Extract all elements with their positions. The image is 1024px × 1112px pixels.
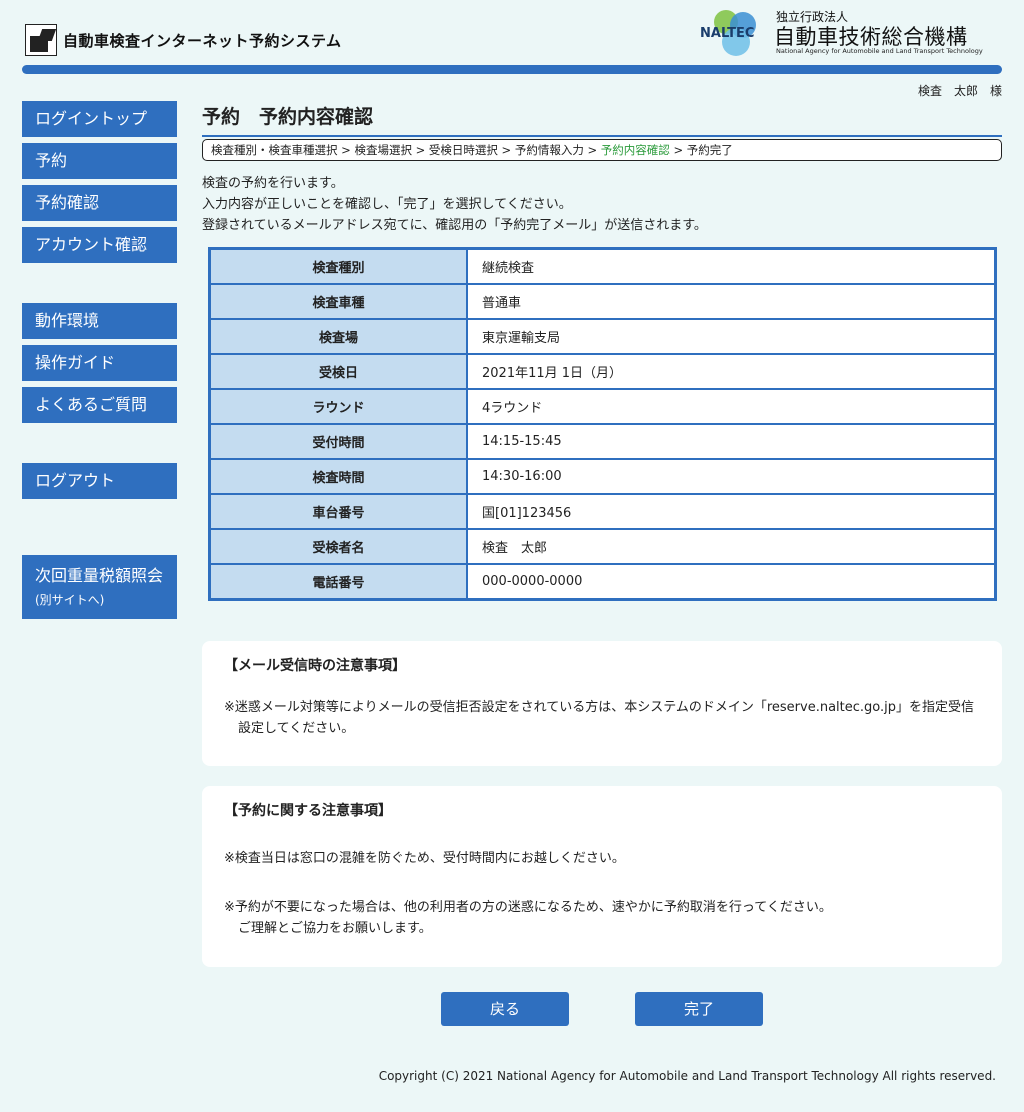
sidebar-item-label: よくあるご質問 bbox=[35, 395, 148, 414]
breadcrumb-steps-after: > 予約完了 bbox=[669, 143, 733, 157]
row-label: 車台番号 bbox=[208, 493, 468, 530]
naltec-logo[interactable]: NALTEC 独立行政法人 自動車技術総合機構 National Agency … bbox=[700, 6, 1010, 60]
org-name-en: National Agency for Automobile and Land … bbox=[776, 47, 983, 55]
row-label: 検査車種 bbox=[208, 283, 468, 320]
sidebar-item-label: 次回重量税額照会 bbox=[35, 566, 164, 585]
breadcrumb-current-step: 予約内容確認 bbox=[600, 143, 670, 157]
sidebar-item-guide[interactable]: 操作ガイド bbox=[22, 345, 177, 381]
table-row: ラウンド 4ラウンド bbox=[208, 388, 997, 425]
table-row: 受検日 2021年11月 1日（月） bbox=[208, 353, 997, 390]
naltec-abbr: NALTEC bbox=[700, 26, 755, 41]
row-value: 14:15-15:45 bbox=[466, 423, 997, 460]
table-row: 検査車種 普通車 bbox=[208, 283, 997, 320]
row-value: 継続検査 bbox=[466, 247, 997, 285]
user-name: 検査 太郎 様 bbox=[917, 84, 1002, 98]
row-value: 東京運輸支局 bbox=[466, 318, 997, 355]
breadcrumb-steps-before: 検査種別・検査車種選択 > 検査場選択 > 受検日時選択 > 予約情報入力 > bbox=[211, 143, 601, 157]
truck-logo-icon bbox=[25, 24, 57, 56]
table-row: 検査種別 継続検査 bbox=[208, 247, 997, 285]
sidebar-item-sublabel: (別サイトへ) bbox=[35, 593, 105, 607]
intro-line: 入力内容が正しいことを確認し、「完了」を選択してください。 bbox=[202, 197, 572, 212]
mail-notice: 【メール受信時の注意事項】 ※迷惑メール対策等によりメールの受信拒否設定をされて… bbox=[202, 641, 1002, 766]
table-row: 車台番号 国[01]123456 bbox=[208, 493, 997, 530]
mail-notice-text: ※迷惑メール対策等によりメールの受信拒否設定をされている方は、本システムのドメイ… bbox=[224, 700, 975, 736]
reservation-notice: 【予約に関する注意事項】 ※検査当日は窓口の混雑を防ぐため、受付時間内にお越しく… bbox=[202, 786, 1002, 967]
row-label: 受検者名 bbox=[208, 528, 468, 565]
mail-notice-title: 【メール受信時の注意事項】 bbox=[224, 658, 406, 674]
system-logo[interactable]: 自動車検査インターネット予約システム bbox=[25, 24, 342, 56]
row-label: ラウンド bbox=[208, 388, 468, 425]
intro-line: 検査の予約を行います。 bbox=[202, 176, 344, 191]
row-value: 14:30-16:00 bbox=[466, 458, 997, 495]
row-label: 受検日 bbox=[208, 353, 468, 390]
reservation-notice-text: ※予約が不要になった場合は、他の利用者の方の迷惑になるため、速やかに予約取消を行… bbox=[224, 900, 832, 915]
header: 自動車検査インターネット予約システム NALTEC 独立行政法人 自動車技術総合… bbox=[0, 0, 1024, 75]
row-value: 2021年11月 1日（月） bbox=[466, 353, 997, 390]
sidebar-item-label: アカウント確認 bbox=[35, 235, 148, 254]
system-title: 自動車検査インターネット予約システム bbox=[63, 31, 342, 50]
sidebar-item-logout[interactable]: ログアウト bbox=[22, 463, 177, 499]
sidebar-item-login-top[interactable]: ログイントップ bbox=[22, 101, 177, 137]
sidebar-item-label: 操作ガイド bbox=[35, 353, 116, 372]
breadcrumb: 検査種別・検査車種選択 > 検査場選択 > 受検日時選択 > 予約情報入力 > … bbox=[202, 139, 1002, 161]
row-value: 国[01]123456 bbox=[466, 493, 997, 530]
table-row: 受検者名 検査 太郎 bbox=[208, 528, 997, 565]
row-value: 000-0000-0000 bbox=[466, 563, 997, 601]
sidebar-item-weight-tax[interactable]: 次回重量税額照会 (別サイトへ) bbox=[22, 555, 177, 619]
table-row: 検査時間 14:30-16:00 bbox=[208, 458, 997, 495]
reservation-notice-title: 【予約に関する注意事項】 bbox=[224, 803, 392, 819]
sidebar-item-environment[interactable]: 動作環境 bbox=[22, 303, 177, 339]
row-label: 電話番号 bbox=[208, 563, 468, 601]
sidebar-item-label: 予約確認 bbox=[35, 193, 100, 212]
complete-button[interactable]: 完了 bbox=[635, 992, 763, 1026]
sidebar-item-faq[interactable]: よくあるご質問 bbox=[22, 387, 177, 423]
copyright: Copyright (C) 2021 National Agency for A… bbox=[378, 1069, 996, 1083]
sidebar-item-label: 予約 bbox=[35, 151, 68, 170]
row-label: 検査時間 bbox=[208, 458, 468, 495]
back-button[interactable]: 戻る bbox=[441, 992, 569, 1026]
reservation-notice-text: ご理解とご協力をお願いします。 bbox=[238, 921, 432, 936]
row-label: 受付時間 bbox=[208, 423, 468, 460]
sidebar-item-account[interactable]: アカウント確認 bbox=[22, 227, 177, 263]
sidebar-item-label: ログアウト bbox=[35, 471, 116, 490]
table-row: 受付時間 14:15-15:45 bbox=[208, 423, 997, 460]
intro-text: 検査の予約を行います。 入力内容が正しいことを確認し、「完了」を選択してください… bbox=[202, 173, 707, 236]
page-title: 予約 予約内容確認 bbox=[202, 102, 1002, 137]
sidebar-item-label: ログイントップ bbox=[35, 109, 148, 128]
sidebar-item-reservation[interactable]: 予約 bbox=[22, 143, 177, 179]
header-divider bbox=[22, 65, 1002, 74]
table-row: 検査場 東京運輸支局 bbox=[208, 318, 997, 355]
row-value: 4ラウンド bbox=[466, 388, 997, 425]
table-row: 電話番号 000-0000-0000 bbox=[208, 563, 997, 601]
reservation-notice-text: ※検査当日は窓口の混雑を防ぐため、受付時間内にお越しください。 bbox=[224, 851, 625, 866]
row-label: 検査種別 bbox=[208, 247, 468, 285]
sidebar-item-label: 動作環境 bbox=[35, 311, 100, 330]
intro-line: 登録されているメールアドレス宛てに、確認用の「予約完了メール」が送信されます。 bbox=[202, 218, 707, 233]
sidebar-item-reservation-check[interactable]: 予約確認 bbox=[22, 185, 177, 221]
row-value: 普通車 bbox=[466, 283, 997, 320]
confirmation-table: 検査種別 継続検査 検査車種 普通車 検査場 東京運輸支局 受検日 2021年11月 1… bbox=[208, 247, 997, 601]
row-value: 検査 太郎 bbox=[466, 528, 997, 565]
row-label: 検査場 bbox=[208, 318, 468, 355]
